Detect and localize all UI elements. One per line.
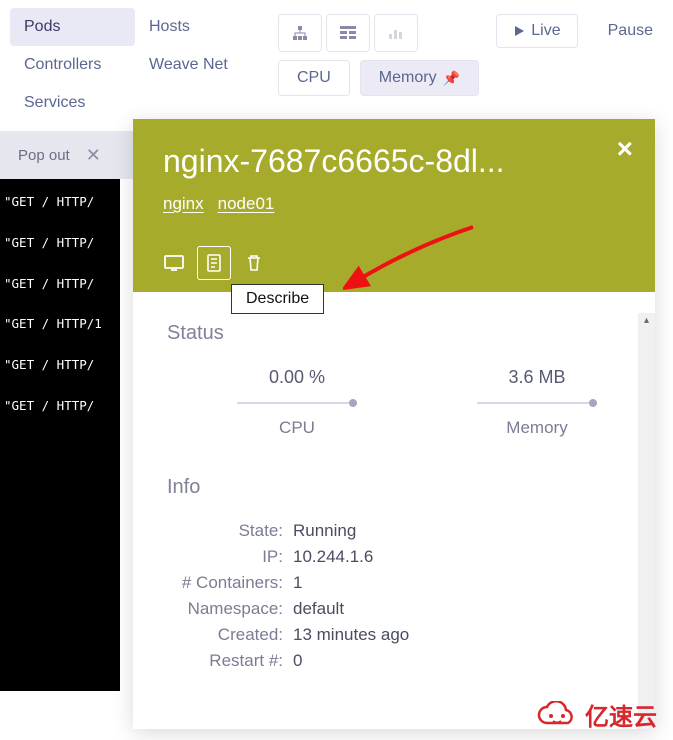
popout-close-icon[interactable]: ✕	[86, 145, 101, 166]
delete-icon[interactable]	[237, 246, 271, 280]
panel-title: nginx-7687c6665c-8dl...	[163, 143, 625, 180]
pin-icon: 📌	[443, 70, 460, 87]
metric-cpu: 0.00 % CPU	[217, 367, 377, 438]
link-node01[interactable]: node01	[218, 194, 275, 214]
nav-weavenet[interactable]: Weave Net	[135, 46, 260, 84]
view-graph-icon[interactable]	[374, 14, 418, 52]
watermark-logo: 亿速云	[535, 697, 657, 732]
cpu-slider[interactable]	[237, 402, 357, 404]
popout-label[interactable]: Pop out	[18, 147, 70, 164]
nav-services[interactable]: Services	[10, 84, 135, 122]
nav-hosts[interactable]: Hosts	[135, 8, 260, 46]
cloud-icon	[535, 701, 579, 729]
view-table-icon[interactable]	[326, 14, 370, 52]
tab-memory[interactable]: Memory 📌	[360, 60, 479, 96]
metric-memory: 3.6 MB Memory	[457, 367, 617, 438]
nav-controllers[interactable]: Controllers	[10, 46, 135, 84]
detail-panel: × nginx-7687c6665c-8dl... nginx node01 D…	[133, 119, 655, 729]
terminal-icon[interactable]	[157, 246, 191, 280]
describe-icon[interactable]	[197, 246, 231, 280]
tab-cpu[interactable]: CPU	[278, 60, 350, 96]
live-button[interactable]: Live	[496, 14, 577, 48]
close-icon[interactable]: ×	[617, 133, 633, 165]
terminal-output: "GET / HTTP/ "GET / HTTP/ "GET / HTTP/ "…	[0, 179, 120, 691]
link-nginx[interactable]: nginx	[163, 194, 204, 214]
live-label: Live	[531, 22, 560, 40]
play-icon	[513, 25, 525, 37]
view-topology-icon[interactable]	[278, 14, 322, 52]
info-heading: Info	[167, 476, 621, 499]
tab-memory-label: Memory	[379, 69, 437, 87]
status-heading: Status	[167, 322, 621, 345]
pause-button[interactable]: Pause	[598, 15, 663, 47]
info-table: State:Running IP:10.244.1.6 # Containers…	[163, 521, 621, 671]
memory-slider[interactable]	[477, 402, 597, 404]
nav-pods[interactable]: Pods	[10, 8, 135, 46]
